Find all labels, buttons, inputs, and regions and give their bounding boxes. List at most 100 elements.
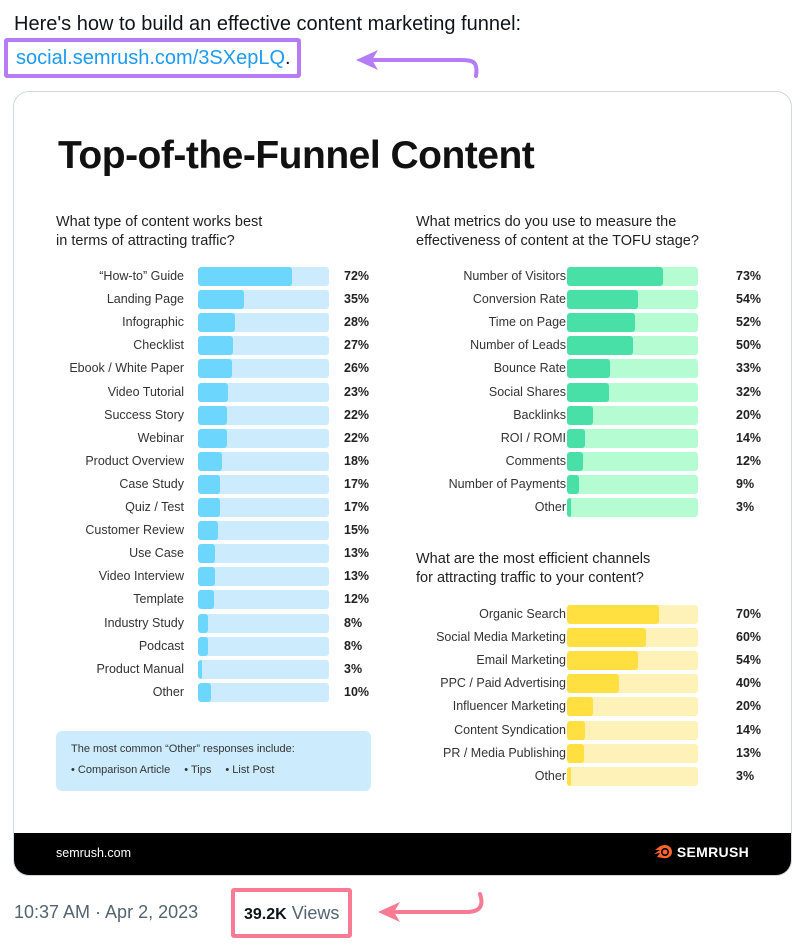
bar-fill — [198, 498, 221, 517]
chart1-title-line2: in terms of attracting traffic? — [56, 233, 235, 249]
bar-label: Infographic — [122, 315, 184, 330]
bar-track — [198, 590, 329, 610]
chart3-title-line1: What are the most efficient channels — [416, 551, 651, 567]
views-count[interactable]: 39.2K — [244, 906, 287, 923]
bar-track — [198, 659, 329, 679]
bar-row: Other 3% — [374, 498, 774, 517]
bar-label: PPC / Paid Advertising — [440, 676, 566, 691]
other-responses-note: The most common “Other” responses includ… — [56, 731, 371, 791]
bar-row: Use Case 13% — [14, 544, 384, 564]
bar-row: “How-to” Guide 72% — [14, 267, 384, 286]
bar-fill — [567, 674, 620, 694]
bar-row: Comments 12% — [374, 451, 774, 471]
bar-fill — [567, 474, 579, 494]
bar-track — [198, 451, 329, 471]
bar-label: Checklist — [133, 338, 184, 353]
bar-track — [198, 290, 329, 310]
bar-value-label: 3% — [736, 500, 755, 514]
bar-track — [567, 697, 698, 717]
bar-fill — [567, 290, 638, 310]
bar-row: Bounce Rate 33% — [374, 359, 774, 379]
bar-value-label: 17% — [344, 476, 370, 491]
bar-track — [567, 743, 698, 763]
bar-value-label: 70% — [736, 607, 762, 621]
bar-value-label: 14% — [736, 722, 762, 737]
bar-fill — [567, 605, 659, 624]
bar-fill — [567, 720, 586, 740]
bar-value-label: 18% — [344, 453, 370, 468]
bar-label: PR / Media Publishing — [443, 745, 566, 760]
bar-track — [198, 521, 329, 541]
bar-row: Number of Visitors 73% — [374, 267, 774, 286]
bar-track — [198, 498, 329, 517]
bar-track — [198, 336, 329, 356]
bar-track — [198, 313, 329, 333]
bar-value-label: 13% — [344, 546, 370, 561]
bar-track — [198, 682, 329, 702]
bar-value-label: 54% — [736, 292, 762, 307]
bar-label: Number of Payments — [448, 476, 566, 491]
bar-track — [198, 544, 329, 564]
bar-row: PPC / Paid Advertising 40% — [374, 674, 774, 694]
bar-label: Industry Study — [104, 615, 184, 630]
tweet-timestamp[interactable]: 10:37 AM · Apr 2, 2023 — [14, 898, 198, 926]
bar-label: Podcast — [138, 638, 184, 653]
bar-fill — [567, 428, 586, 448]
bar-value-label: 60% — [736, 630, 762, 645]
views-highlight-box: 39.2K Views — [231, 888, 353, 938]
bar-fill — [198, 567, 216, 587]
bar-fill — [198, 682, 212, 702]
bar-fill — [567, 267, 663, 286]
bar-track — [567, 720, 698, 740]
link-highlight-box: social.semrush.com/3SXepLQ. — [4, 38, 301, 78]
bar-value-label: 12% — [344, 592, 370, 607]
bar-row: ROI / ROMI 14% — [374, 428, 774, 448]
bar-row: Success Story 22% — [14, 405, 384, 425]
bar-fill — [567, 451, 583, 471]
bar-label: Use Case — [129, 546, 184, 561]
bar-row: Product Overview 18% — [14, 451, 384, 471]
bar-fill — [567, 336, 633, 356]
pink-arrow-icon — [378, 892, 484, 922]
bar-row: Landing Page 35% — [14, 290, 384, 310]
bar-value-label: 73% — [736, 269, 762, 283]
bar-row: Podcast 8% — [14, 636, 384, 656]
bar-value-label: 9% — [736, 476, 755, 491]
bar-fill — [567, 313, 636, 333]
bar-fill — [198, 382, 229, 402]
infographic-footer: semrush.com SEMRUSH — [14, 833, 791, 875]
bar-fill — [198, 613, 209, 633]
bar-value-label: 26% — [344, 361, 370, 376]
bar-value-label: 35% — [344, 292, 370, 307]
bar-fill — [198, 267, 293, 286]
bar-label: Landing Page — [106, 292, 184, 307]
bar-track — [567, 428, 698, 448]
infographic-card[interactable]: Top-of-the-Funnel Content What type of c… — [13, 91, 792, 876]
bar-label: Other — [534, 500, 566, 514]
bar-label: Video Interview — [98, 569, 184, 584]
bar-fill — [198, 313, 235, 333]
bar-row: Checklist 27% — [14, 336, 384, 356]
bar-fill — [198, 359, 233, 379]
chart2-title-line1: What metrics do you use to measure the — [416, 214, 677, 230]
bar-fill — [567, 498, 571, 517]
bar-label: Quiz / Test — [125, 500, 184, 514]
bar-fill — [198, 590, 214, 610]
bar-label: Backlinks — [513, 407, 566, 422]
bar-label: Conversion Rate — [472, 292, 566, 307]
bar-value-label: 8% — [344, 638, 363, 653]
tweet-link[interactable]: social.semrush.com/3SXepLQ — [16, 47, 285, 69]
bar-track — [567, 498, 698, 517]
bar-track — [567, 267, 698, 286]
bar-track — [567, 336, 698, 356]
bar-track — [198, 474, 329, 494]
bar-label: Time on Page — [488, 315, 566, 330]
bar-value-label: 20% — [736, 699, 762, 714]
bar-track — [198, 405, 329, 425]
bar-track — [198, 267, 329, 286]
bar-row: Ebook / White Paper 26% — [14, 359, 384, 379]
bar-fill — [567, 359, 611, 379]
bar-row: Quiz / Test 17% — [14, 498, 384, 517]
bar-fill — [198, 428, 227, 448]
bar-label: Other — [534, 768, 566, 783]
